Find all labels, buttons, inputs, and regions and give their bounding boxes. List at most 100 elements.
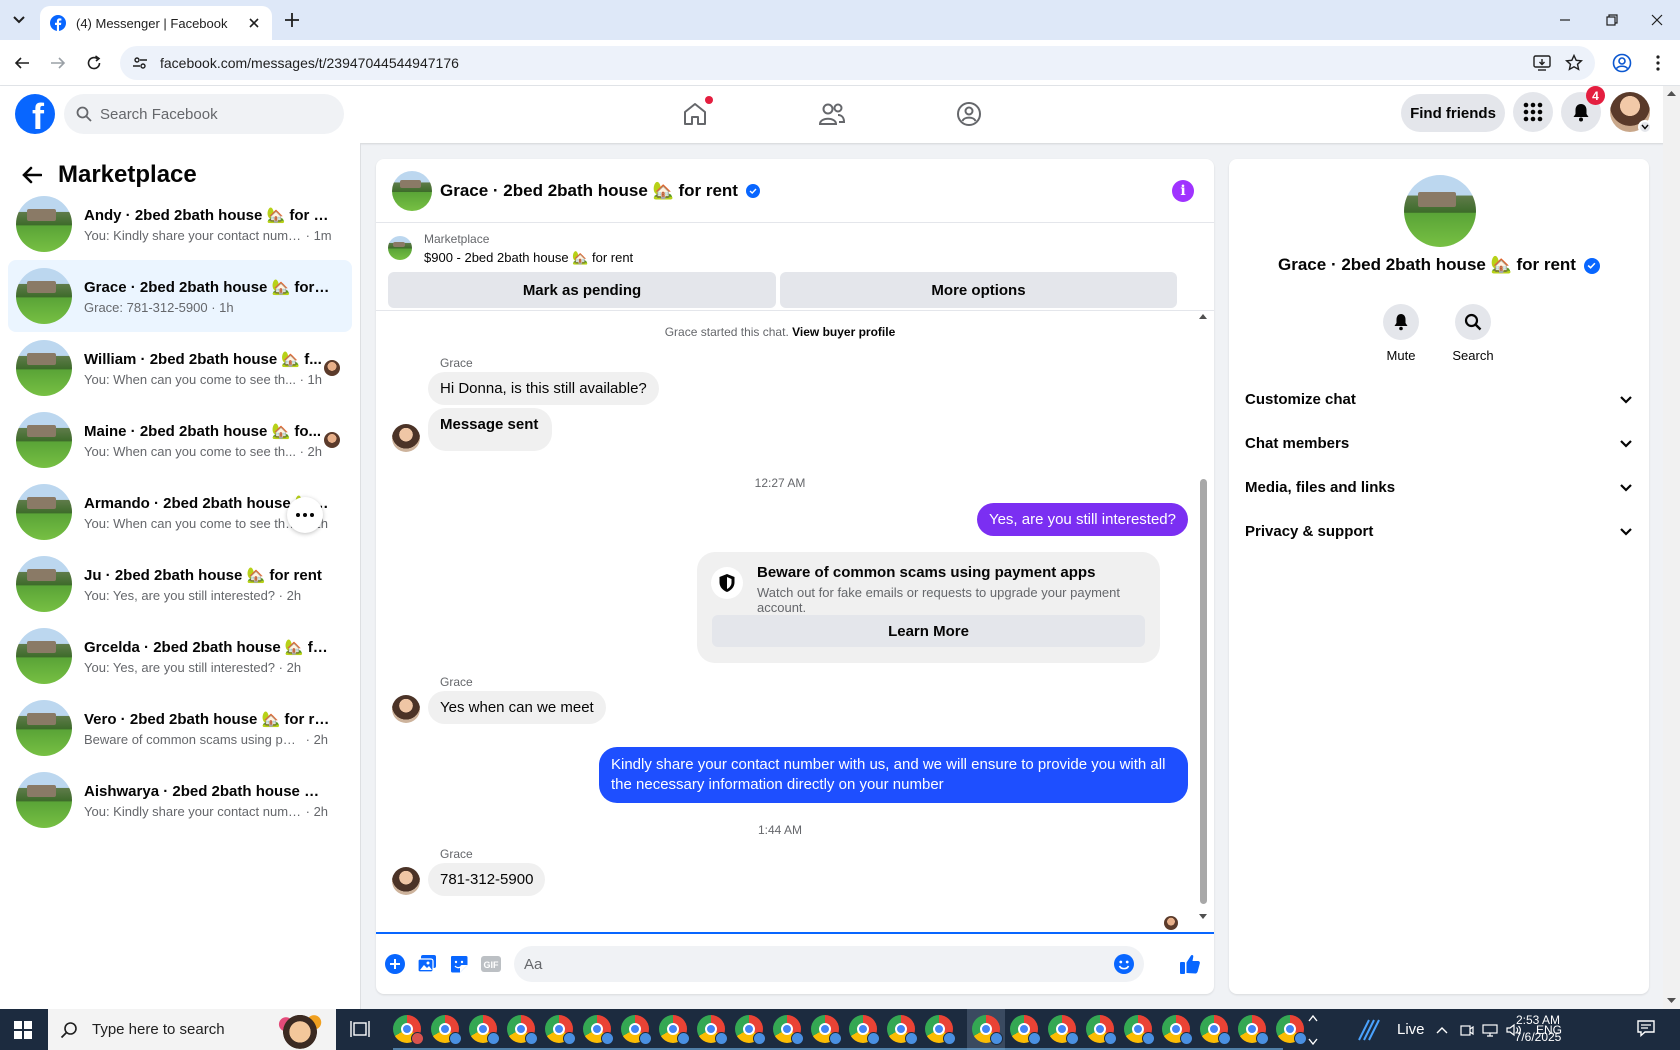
chrome-app-icon[interactable] xyxy=(621,1015,652,1045)
sender-avatar[interactable] xyxy=(392,867,420,895)
chat-title[interactable]: Grace · 2bed 2bath house 🏡 for rent xyxy=(440,181,760,201)
learn-more-button[interactable]: Learn More xyxy=(712,615,1145,647)
info-avatar[interactable] xyxy=(1404,175,1476,247)
outgoing-message[interactable]: Kindly share your contact number with us… xyxy=(599,747,1188,803)
chat-members-section[interactable]: Chat members xyxy=(1245,423,1633,463)
listing-price[interactable]: $900 - 2bed 2bath house 🏡 for rent xyxy=(424,250,633,266)
tray-chevron-up-icon[interactable] xyxy=(1436,1026,1448,1034)
thumbs-up-icon[interactable] xyxy=(1179,953,1201,975)
bell-icon[interactable] xyxy=(1383,304,1419,340)
customize-chat-section[interactable]: Customize chat xyxy=(1245,379,1633,419)
taskbar-clock[interactable]: 2:53 AM 7/6/2025 xyxy=(1500,1012,1576,1046)
notifications-bell-icon[interactable]: 4 xyxy=(1561,86,1605,132)
sticker-icon[interactable] xyxy=(448,953,470,975)
meet-now-icon[interactable] xyxy=(1460,1023,1474,1037)
chrome-app-icon[interactable] xyxy=(811,1015,842,1045)
more-options-icon[interactable] xyxy=(287,497,323,533)
chat-avatar[interactable] xyxy=(392,170,432,211)
incoming-message[interactable]: Hi Donna, is this still available? xyxy=(428,372,659,405)
incoming-message[interactable]: Yes when can we meet xyxy=(428,691,606,724)
message-input-box[interactable] xyxy=(514,946,1144,982)
windows-start-icon[interactable] xyxy=(0,1009,46,1050)
chrome-app-icon[interactable] xyxy=(1010,1015,1041,1045)
browser-menu-icon[interactable] xyxy=(1646,51,1670,75)
chrome-app-icon[interactable] xyxy=(1276,1015,1307,1045)
chrome-app-icon[interactable] xyxy=(545,1015,576,1045)
facebook-search-box[interactable] xyxy=(64,94,344,134)
incoming-message[interactable]: Message sent xyxy=(428,408,553,451)
chrome-app-icon[interactable] xyxy=(697,1015,728,1045)
media-files-links-section[interactable]: Media, files and links xyxy=(1245,467,1633,507)
sender-avatar[interactable] xyxy=(392,695,420,723)
mute-action[interactable]: Mute xyxy=(1366,304,1436,363)
network-icon[interactable] xyxy=(1482,1023,1498,1037)
chrome-app-icon[interactable] xyxy=(431,1015,462,1045)
conversation-item[interactable]: Maine · 2bed 2bath house 🏡 fo... You: Wh… xyxy=(8,404,352,476)
chrome-app-icon[interactable] xyxy=(507,1015,538,1045)
conversation-item[interactable]: Andy · 2bed 2bath house 🏡 for rent You: … xyxy=(8,188,352,260)
conversation-item[interactable]: Aishwarya · 2bed 2bath house 🏡 ... You: … xyxy=(8,764,352,836)
task-view-icon[interactable] xyxy=(350,1019,370,1039)
live-widget[interactable]: Live xyxy=(1355,1009,1425,1050)
action-center-icon[interactable] xyxy=(1636,1019,1658,1039)
sender-avatar[interactable] xyxy=(392,424,420,452)
conversation-item[interactable]: Vero · 2bed 2bath house 🏡 for rent Bewar… xyxy=(8,692,352,764)
chrome-app-icon[interactable] xyxy=(849,1015,880,1045)
site-info-icon[interactable] xyxy=(132,55,148,71)
chat-scrollbar[interactable] xyxy=(1198,311,1208,923)
account-chevron-icon[interactable] xyxy=(1638,120,1652,134)
taskbar-search-box[interactable]: Type here to search xyxy=(48,1009,336,1050)
chrome-app-icon[interactable] xyxy=(887,1015,918,1045)
chrome-app-icon[interactable] xyxy=(469,1015,500,1045)
chrome-app-icon[interactable] xyxy=(1086,1015,1117,1045)
chrome-app-icon[interactable] xyxy=(735,1015,766,1045)
close-window-icon[interactable] xyxy=(1645,8,1669,32)
chrome-app-icon-active[interactable] xyxy=(972,1015,1003,1045)
chrome-app-icon[interactable] xyxy=(1048,1015,1079,1045)
plus-circle-icon[interactable] xyxy=(384,953,406,975)
incoming-message[interactable]: 781-312-5900 xyxy=(428,863,546,896)
facebook-logo-icon[interactable]: f xyxy=(15,94,55,134)
back-arrow-icon[interactable] xyxy=(18,161,46,189)
view-buyer-profile-link[interactable]: View buyer profile xyxy=(792,325,895,339)
chrome-app-icon[interactable] xyxy=(393,1015,424,1045)
forward-arrow-icon[interactable] xyxy=(46,51,70,75)
search-icon[interactable] xyxy=(1455,304,1491,340)
message-input[interactable] xyxy=(524,955,1084,973)
menu-grid-icon[interactable] xyxy=(1513,92,1553,132)
profile-avatar[interactable] xyxy=(1610,92,1652,134)
chrome-app-icon[interactable] xyxy=(773,1015,804,1045)
chrome-app-icon[interactable] xyxy=(1200,1015,1231,1045)
taskbar-overflow-scroll[interactable] xyxy=(1308,1009,1318,1050)
conversation-item-active[interactable]: Grace · 2bed 2bath house 🏡 for r... Grac… xyxy=(8,260,352,332)
outgoing-message[interactable]: Yes, are you still interested? xyxy=(976,503,1188,536)
chat-scrollbar-thumb[interactable] xyxy=(1200,479,1207,904)
conversation-item[interactable]: Ju · 2bed 2bath house 🏡 for rent You: Ye… xyxy=(8,548,352,620)
new-tab-plus-icon[interactable] xyxy=(282,10,302,30)
chrome-app-icon[interactable] xyxy=(583,1015,614,1045)
chrome-app-icon[interactable] xyxy=(1162,1015,1193,1045)
page-scrollbar[interactable] xyxy=(1663,86,1680,1009)
conversation-item[interactable]: William · 2bed 2bath house 🏡 f... You: W… xyxy=(8,332,352,404)
facebook-search-input[interactable] xyxy=(100,105,320,123)
reload-icon[interactable] xyxy=(82,51,106,75)
find-friends-button[interactable]: Find friends xyxy=(1401,94,1505,132)
photo-icon[interactable] xyxy=(416,953,438,975)
conversation-item[interactable]: Grcelda · 2bed 2bath house 🏡 for... You:… xyxy=(8,620,352,692)
mark-as-pending-button[interactable]: Mark as pending xyxy=(388,272,776,308)
tab-close-icon[interactable] xyxy=(246,15,262,31)
home-icon[interactable] xyxy=(681,96,713,128)
address-bar[interactable]: facebook.com/messages/t/2394704454494717… xyxy=(120,46,1595,80)
minimize-icon[interactable] xyxy=(1553,8,1577,32)
more-options-button[interactable]: More options xyxy=(780,272,1177,308)
restore-icon[interactable] xyxy=(1600,8,1624,32)
chrome-app-icon[interactable] xyxy=(1124,1015,1155,1045)
friends-icon[interactable] xyxy=(818,100,846,128)
groups-icon[interactable] xyxy=(955,100,983,128)
back-arrow-icon[interactable] xyxy=(10,51,34,75)
chrome-app-icon[interactable] xyxy=(659,1015,690,1045)
install-app-icon[interactable] xyxy=(1531,52,1553,74)
tab-search-chevron-icon[interactable] xyxy=(8,10,30,30)
info-icon[interactable]: i xyxy=(1172,180,1194,202)
chrome-app-icon[interactable] xyxy=(925,1015,956,1045)
